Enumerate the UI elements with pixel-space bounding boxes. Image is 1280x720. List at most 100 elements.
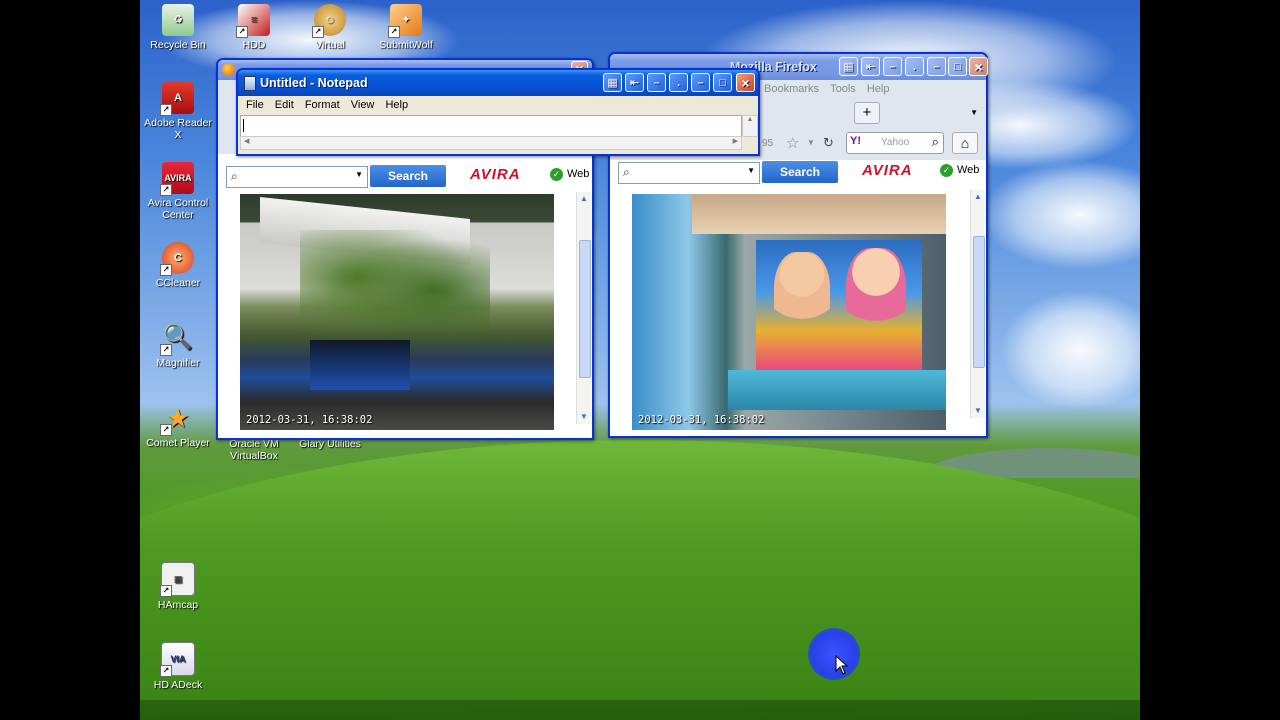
baby-left [774, 252, 830, 342]
maximize-button[interactable]: □ [948, 57, 967, 76]
search-input[interactable]: ⌕ ▼ [226, 166, 368, 188]
camera-timestamp: 2012-03-31, 16:38:02 [638, 414, 765, 426]
scroll-down-icon[interactable]: ▼ [973, 406, 983, 416]
ccleaner-icon: C ↗ [160, 242, 194, 276]
home-icon[interactable]: ⌂ [952, 132, 978, 154]
web-label: Web [957, 164, 980, 176]
desktop-icon-recycle-bin[interactable]: ♻ Recycle Bin [140, 4, 216, 51]
comet-player-icon: ★ ↗ [160, 402, 194, 436]
notepad-menubar: File Edit Format View Help [238, 96, 758, 114]
restore-button[interactable]: . [905, 57, 924, 76]
icon-label: Magnifier [156, 357, 200, 369]
web-status: ✓ Web [550, 168, 589, 181]
desktop-icon-magnifier[interactable]: 🔍 ↗ Magnifier [140, 322, 216, 370]
menu-help[interactable]: Help [867, 83, 890, 95]
close-button[interactable]: × [736, 73, 755, 92]
notepad-hscroll[interactable]: ◀ ▶ [240, 136, 742, 150]
vertical-scrollbar[interactable]: ▲ ▼ [970, 190, 985, 418]
icon-label: Recycle Bin [150, 39, 206, 51]
new-tab-button[interactable]: + [854, 102, 880, 124]
window-title: Untitled - Notepad [260, 76, 368, 90]
desktop-icon-hdd[interactable]: ≡ ↗ HDD [216, 4, 292, 51]
url-fragment: 95 [762, 138, 774, 149]
maximize-button[interactable]: □ [713, 73, 732, 92]
baby-right [846, 248, 906, 344]
minimize-button[interactable]: – [647, 73, 666, 92]
cloud [980, 160, 1140, 270]
scroll-left-icon[interactable]: ◀ [244, 137, 249, 145]
avira-icon: AVIRA ↗ [160, 162, 194, 196]
notepad-vscroll[interactable]: ▲ [742, 115, 758, 137]
icon-label: Virtual [315, 39, 345, 51]
web-label: Web [567, 168, 590, 180]
search-button[interactable]: Search [762, 161, 838, 183]
tab-list-icon[interactable]: ▼ [970, 108, 978, 117]
minimize-button[interactable]: – [883, 57, 902, 76]
restore-button[interactable]: . [669, 73, 688, 92]
desktop-icon-hamcap[interactable]: ▦ ↗ HAmcap [140, 562, 216, 611]
menu-file[interactable]: File [246, 99, 264, 111]
icon-label: Comet Player [146, 437, 210, 449]
pin-button-2[interactable]: ⇤ [625, 73, 644, 92]
poster [756, 240, 922, 370]
web-status: ✓ Web [940, 164, 979, 177]
bookmark-star-icon[interactable]: ☆ [786, 134, 799, 152]
menu-tools[interactable]: Tools [830, 83, 856, 95]
notepad-titlebar[interactable]: Untitled - Notepad ▦ ⇤ – . – □ × [238, 70, 758, 96]
menu-format[interactable]: Format [305, 99, 340, 111]
close-button[interactable]: × [969, 57, 988, 76]
url-dropdown-icon[interactable]: ▼ [807, 138, 815, 147]
icon-label: SubmitWolf [379, 39, 433, 51]
menu-edit[interactable]: Edit [275, 99, 294, 111]
scroll-up-icon[interactable]: ▲ [973, 192, 983, 202]
desktop-icon-comet-player[interactable]: ★ ↗ Comet Player [140, 402, 216, 449]
pin-button[interactable]: ▦ [839, 57, 858, 76]
adobe-reader-icon: A ↗ [160, 82, 194, 116]
hdd-icon: ≡ ↗ [236, 4, 270, 38]
water-tank [310, 340, 410, 390]
search-engine-box[interactable]: Y! Yahoo ⌕ [846, 132, 944, 154]
scroll-up-icon[interactable]: ▲ [579, 194, 589, 204]
desktop-icon-avira-control-center[interactable]: AVIRA ↗ Avira Control Center [140, 162, 216, 221]
menu-help[interactable]: Help [385, 99, 408, 111]
desktop-icon-virtual[interactable]: ☺ ↗ Virtual [292, 4, 368, 51]
notepad-text-area[interactable] [240, 115, 742, 137]
cloud [1000, 290, 1140, 410]
minimize-button-2[interactable]: – [691, 73, 710, 92]
notepad-window[interactable]: Untitled - Notepad ▦ ⇤ – . – □ × File Ed… [236, 68, 760, 156]
search-button[interactable]: Search [370, 165, 446, 187]
search-icon: ⌕ [623, 165, 630, 179]
scroll-down-icon[interactable]: ▼ [579, 412, 589, 422]
yahoo-icon: Y! [850, 135, 861, 147]
search-icon: ⌕ [231, 169, 238, 183]
search-icon[interactable]: ⌕ [932, 134, 939, 150]
cursor-highlight [808, 628, 860, 680]
desktop-icon-adobe-reader[interactable]: A ↗ Adobe Reader X [140, 82, 216, 141]
scroll-thumb[interactable] [973, 236, 985, 368]
pin-button[interactable]: ▦ [603, 73, 622, 92]
scroll-thumb[interactable] [579, 240, 591, 378]
recycle-bin-icon: ♻ [162, 4, 194, 36]
vertical-scrollbar[interactable]: ▲ ▼ [576, 192, 591, 424]
pin-button-2[interactable]: ⇤ [861, 57, 880, 76]
desktop-icon-ccleaner[interactable]: C ↗ CCleaner [140, 242, 216, 289]
menu-bookmarks[interactable]: Bookmarks [764, 83, 819, 95]
icon-label: HD ADeck [153, 679, 203, 691]
search-input[interactable]: ⌕ ▼ [618, 162, 760, 184]
icon-label: HAmcap [157, 599, 199, 611]
firefox-icon [222, 63, 235, 76]
camera-feed: 2012-03-31, 16:38:02 [240, 194, 554, 430]
hamcap-icon: ▦ ↗ [160, 562, 195, 597]
menu-view[interactable]: View [351, 99, 375, 111]
desktop-icon-virtualbox[interactable]: Oracle VM VirtualBox [216, 438, 292, 462]
check-icon: ✓ [940, 164, 953, 177]
icon-label: Adobe Reader X [144, 117, 212, 141]
desktop-icon-submitwolf[interactable]: ✦ ↗ SubmitWolf [368, 4, 444, 51]
minimize-button-2[interactable]: – [927, 57, 946, 76]
scroll-right-icon[interactable]: ▶ [733, 137, 738, 145]
avira-logo: AVIRA [470, 166, 521, 183]
chevron-down-icon: ▼ [355, 170, 363, 179]
hd-adeck-icon: VIA ↗ [160, 642, 195, 677]
reload-icon[interactable]: ↻ [823, 135, 834, 151]
desktop-icon-hd-adeck[interactable]: VIA ↗ HD ADeck [140, 642, 216, 691]
